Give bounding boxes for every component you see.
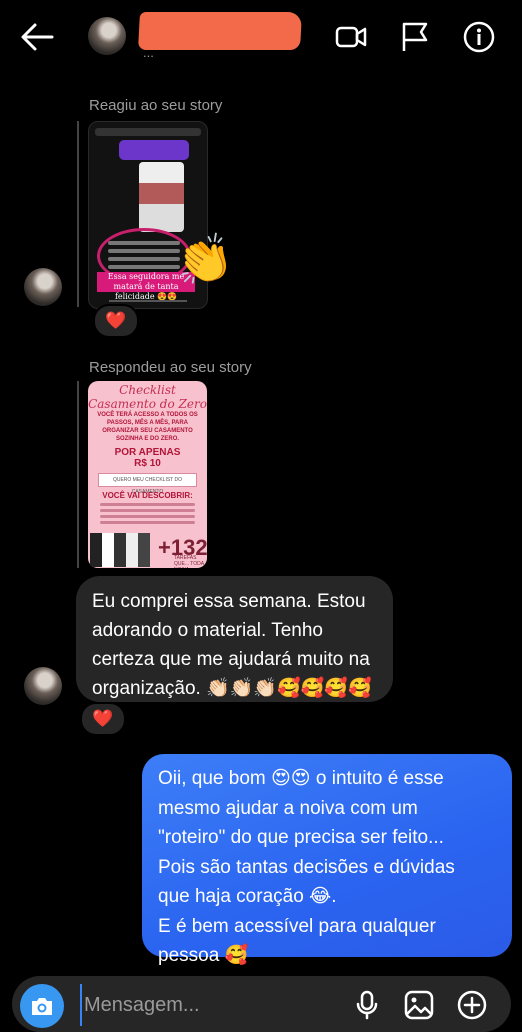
story-divider-line bbox=[77, 121, 79, 307]
contact-avatar[interactable] bbox=[88, 17, 126, 55]
received-message-bubble[interactable]: Eu comprei essa semana. Estou adorando o… bbox=[76, 576, 393, 702]
story-divider-line bbox=[77, 381, 79, 568]
story-price-label: POR APENAS bbox=[114, 447, 181, 458]
plus-circle-icon[interactable] bbox=[457, 990, 487, 1020]
video-camera-icon[interactable] bbox=[334, 20, 368, 54]
story-reply-label: Respondeu ao seu story bbox=[89, 359, 252, 376]
story-cta-button: QUERO MEU CHECKLIST DO CASAMENTO bbox=[98, 473, 197, 495]
heart-reaction-badge[interactable]: ❤️ bbox=[80, 702, 126, 736]
story-screenshot bbox=[139, 162, 184, 232]
story-thumbnail-2[interactable]: Checklist Casamento do Zero VOCÊ TERÁ AC… bbox=[88, 381, 207, 568]
story-bullet-list bbox=[88, 503, 207, 524]
camera-icon bbox=[32, 998, 52, 1015]
camera-button[interactable] bbox=[20, 984, 64, 1028]
contact-name-redacted[interactable] bbox=[138, 12, 302, 50]
story-task-label: TAREFAS QUE... TODA NOIVA bbox=[174, 555, 204, 568]
clapping-hands-reaction: 👏 bbox=[171, 229, 238, 291]
sender-avatar[interactable] bbox=[24, 667, 62, 705]
story-chat-bubble bbox=[119, 140, 189, 160]
story-nav-bar bbox=[109, 294, 187, 302]
story-reaction-label: Reagiu ao seu story bbox=[89, 97, 223, 114]
arrow-left-icon[interactable] bbox=[20, 22, 54, 52]
chat-header: ... bbox=[0, 0, 522, 74]
heart-reaction-badge[interactable]: ❤️ bbox=[93, 304, 139, 338]
story-product-images bbox=[90, 533, 150, 567]
gallery-icon[interactable] bbox=[404, 990, 434, 1020]
sender-avatar[interactable] bbox=[24, 268, 62, 306]
info-icon[interactable] bbox=[462, 20, 496, 54]
message-input[interactable] bbox=[80, 984, 306, 1026]
story-title: Checklist Casamento do Zero bbox=[88, 383, 207, 411]
story-header-bar bbox=[95, 128, 201, 136]
story-discover-heading: VOCÊ VAI DESCOBRIR: bbox=[102, 491, 193, 500]
story-price: R$ 10 bbox=[134, 458, 161, 469]
contact-subtitle: ... bbox=[143, 45, 154, 60]
sent-message-bubble[interactable]: Oii, que bom 😍😍 o intuito é esse mesmo a… bbox=[142, 754, 512, 966]
story-intro: VOCÊ TERÁ ACESSO A TODOS OS PASSOS, MÊS … bbox=[97, 412, 198, 442]
flag-icon[interactable] bbox=[398, 20, 432, 54]
microphone-icon[interactable] bbox=[352, 990, 382, 1020]
